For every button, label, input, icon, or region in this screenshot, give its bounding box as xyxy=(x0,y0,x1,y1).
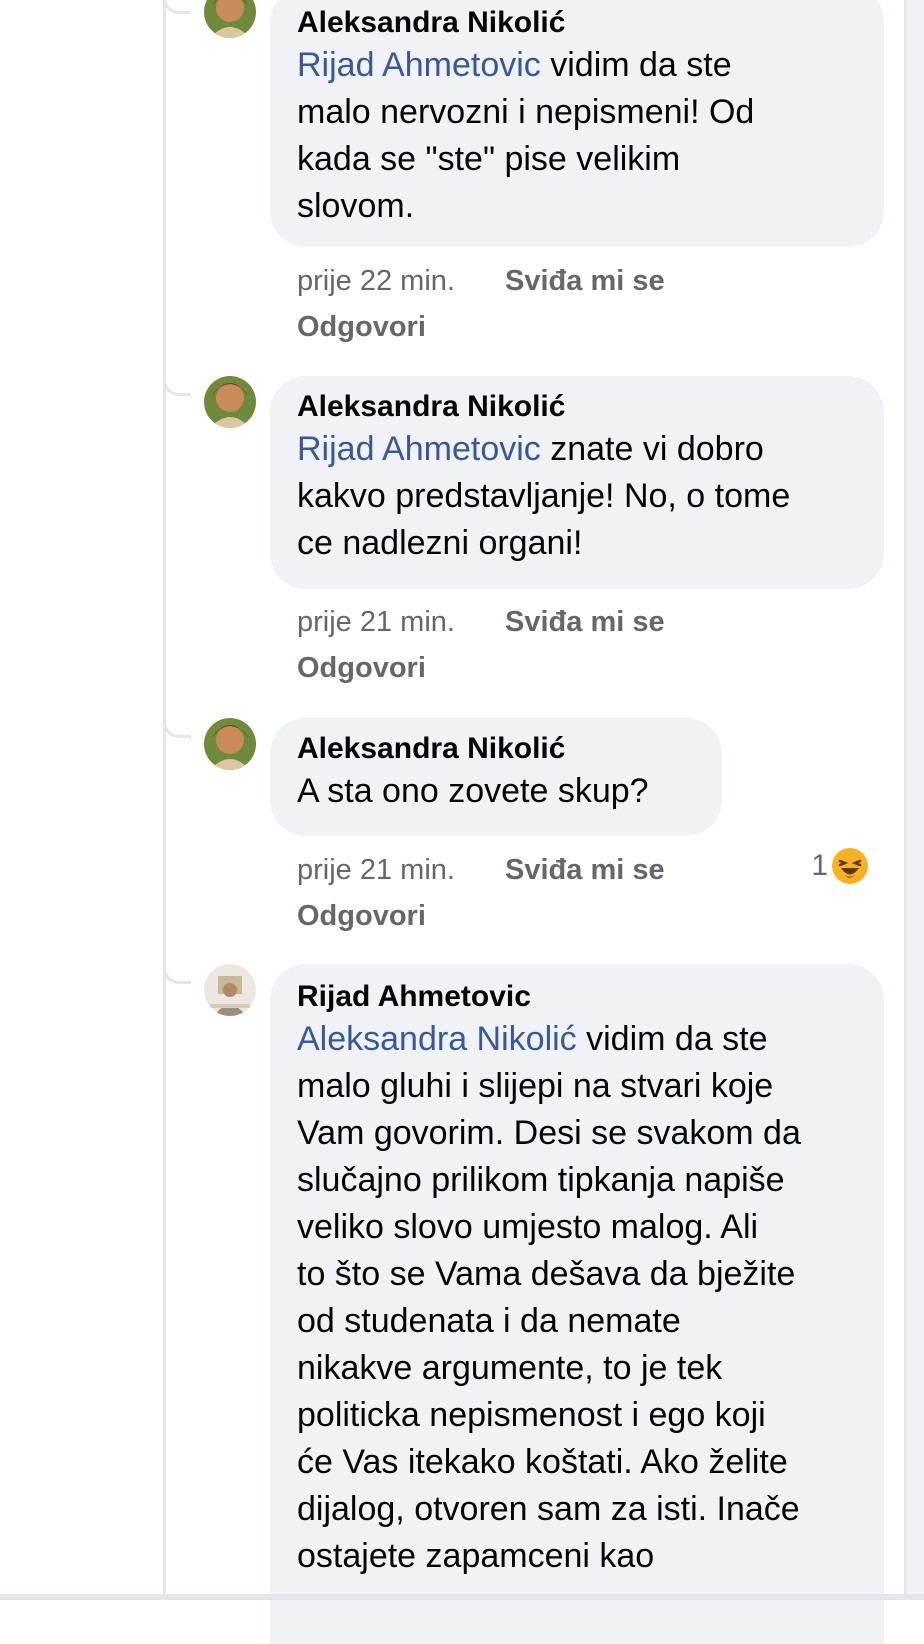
comment-author[interactable]: Aleksandra Nikolić xyxy=(297,388,858,426)
scroll-edge xyxy=(904,0,924,1600)
reply-button[interactable]: Odgovori xyxy=(297,304,665,350)
comment-timestamp[interactable]: prije 21 min. xyxy=(297,854,455,886)
comment-author[interactable]: Aleksandra Nikolić xyxy=(297,4,858,42)
comment-body: vidim da ste malo gluhi i slijepi na stv… xyxy=(297,1020,801,1575)
comment-bubble: Aleksandra Nikolić Rijad Ahmetovic vidim… xyxy=(270,0,884,247)
thread-connector xyxy=(163,378,191,396)
like-button[interactable]: Sviđa mi se xyxy=(505,606,665,638)
mention-link[interactable]: Rijad Ahmetovic xyxy=(297,46,541,84)
comment-bubble: Rijad Ahmetovic Aleksandra Nikolić vidim… xyxy=(270,964,884,1644)
reaction-summary[interactable]: 1 xyxy=(811,848,868,884)
comment-text: Rijad Ahmetovic znate vi dobro kakvo pre… xyxy=(297,426,858,567)
comment-text: Rijad Ahmetovic vidim da ste malo nervoz… xyxy=(297,42,858,230)
comment-timestamp[interactable]: prije 21 min. xyxy=(297,606,455,638)
mention-link[interactable]: Aleksandra Nikolić xyxy=(297,1020,577,1058)
comment-author[interactable]: Rijad Ahmetovic xyxy=(297,978,858,1016)
haha-emoji-icon xyxy=(832,848,868,884)
reaction-count: 1 xyxy=(811,849,828,882)
avatar[interactable] xyxy=(204,376,256,428)
mention-link[interactable]: Rijad Ahmetovic xyxy=(297,430,541,468)
reply-button[interactable]: Odgovori xyxy=(297,893,665,939)
bottom-divider xyxy=(0,1594,924,1600)
comment-text: A sta ono zovete skup? xyxy=(297,772,649,810)
thread-connector xyxy=(163,0,191,14)
avatar[interactable] xyxy=(204,0,256,38)
thread-line xyxy=(163,0,166,1600)
comment-actions: prije 22 min. Sviđa mi se Odgovori xyxy=(297,258,665,350)
comment-actions: prije 21 min. Sviđa mi se Odgovori xyxy=(297,847,665,939)
thread-connector xyxy=(163,720,191,738)
avatar[interactable] xyxy=(204,964,256,1016)
comment-bubble: Aleksandra Nikolić A sta ono zovete skup… xyxy=(270,718,722,836)
comment-bubble: Aleksandra Nikolić Rijad Ahmetovic znate… xyxy=(270,376,884,589)
reply-button[interactable]: Odgovori xyxy=(297,645,665,691)
thread-connector xyxy=(163,966,191,984)
comment-timestamp[interactable]: prije 22 min. xyxy=(297,265,455,297)
comment-text: Aleksandra Nikolić vidim da ste malo glu… xyxy=(297,1016,858,1580)
comment-actions: prije 21 min. Sviđa mi se Odgovori xyxy=(297,599,665,691)
comment-author[interactable]: Aleksandra Nikolić xyxy=(297,730,696,768)
avatar[interactable] xyxy=(204,718,256,770)
like-button[interactable]: Sviđa mi se xyxy=(505,265,665,297)
like-button[interactable]: Sviđa mi se xyxy=(505,854,665,886)
